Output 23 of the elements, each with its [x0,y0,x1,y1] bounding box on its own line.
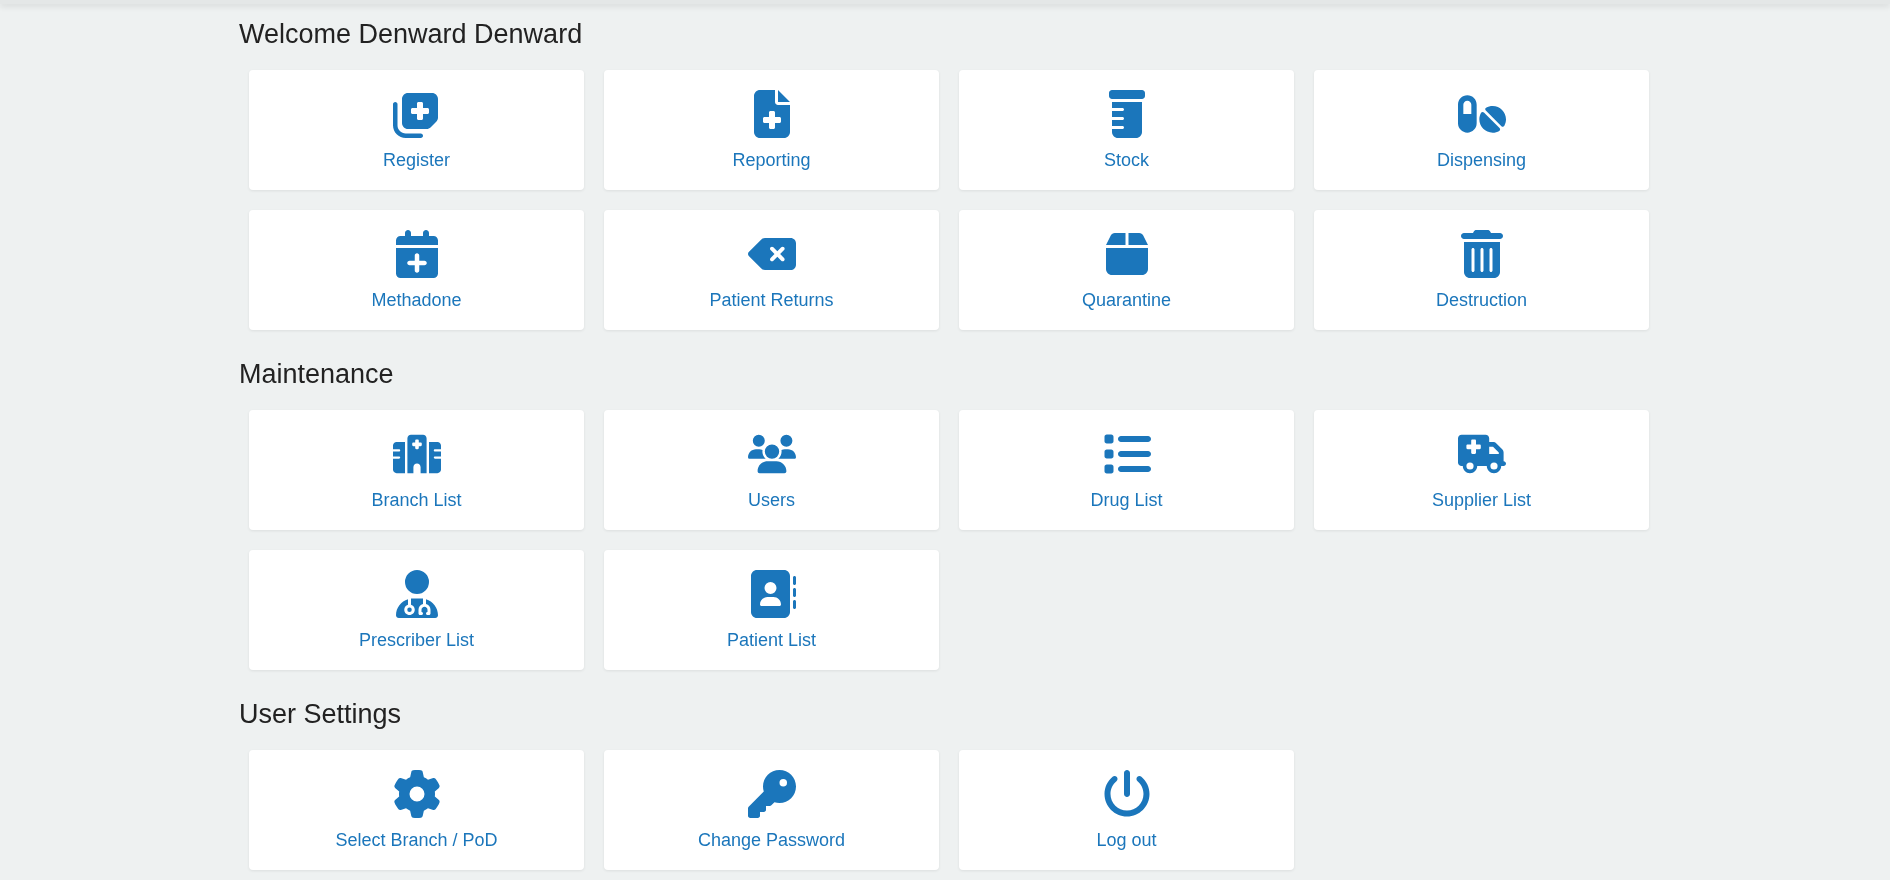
menu-tile[interactable]: Quarantine [959,210,1294,330]
power-icon [1102,770,1151,818]
menu-tile[interactable]: Methadone [249,210,584,330]
menu-tile[interactable]: Change Password [604,750,939,870]
menu-tile[interactable]: Select Branch / PoD [249,750,584,870]
settings-icon [392,770,441,818]
key-icon [747,770,796,818]
menu-tile[interactable]: Register [249,70,584,190]
menu-tile[interactable]: Patient List [604,550,939,670]
menu-tile[interactable]: Branch List [249,410,584,530]
menu-tile[interactable]: Destruction [1314,210,1649,330]
menu-tile[interactable]: Supplier List [1314,410,1649,530]
menu-tile[interactable]: Users [604,410,939,530]
menu-tile[interactable]: Dispensing [1314,70,1649,190]
menu-tile[interactable]: Stock [959,70,1294,190]
menu-tile[interactable]: Prescriber List [249,550,584,670]
menu-tile[interactable]: Log out [959,750,1294,870]
menu-tile[interactable]: Patient Returns [604,210,939,330]
menu-tile[interactable]: Reporting [604,70,939,190]
section-heading: Welcome Denward Denward [239,18,583,50]
section-heading: User Settings [239,698,402,730]
menu-tile[interactable]: Drug List [959,410,1294,530]
section-heading: Maintenance [239,358,394,390]
